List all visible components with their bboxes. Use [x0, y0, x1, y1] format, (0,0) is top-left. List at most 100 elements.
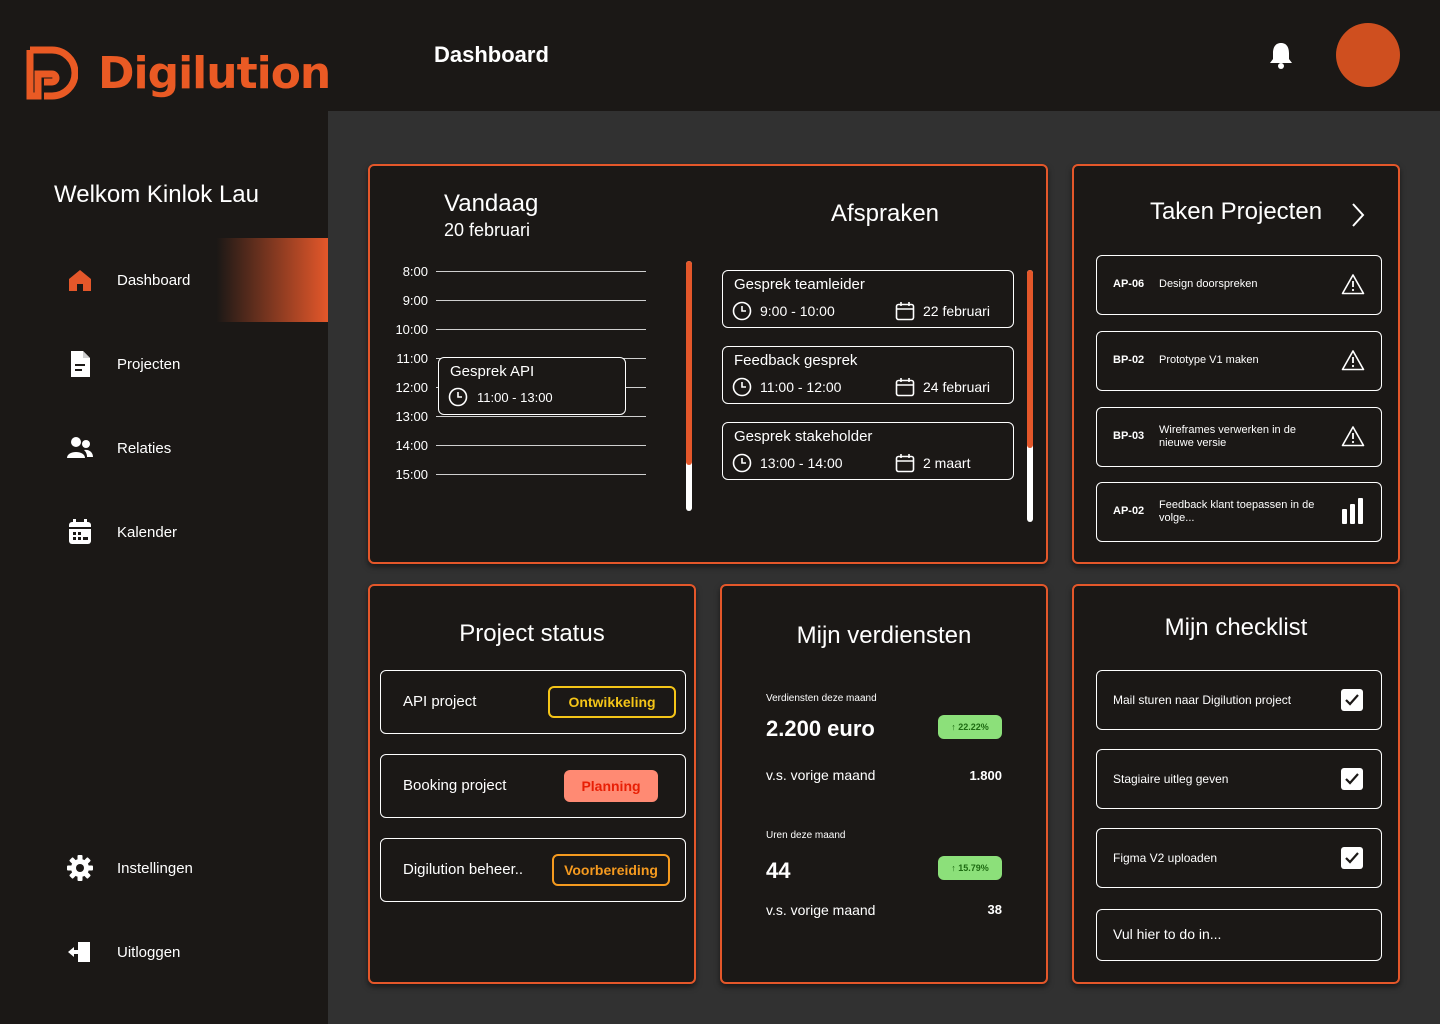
today-appointments-card: Vandaag 20 februari 8:00 9:00 10:00 11:0… [368, 164, 1048, 564]
calendar-icon [895, 454, 915, 473]
hours-prev-value: 38 [987, 902, 1002, 917]
project-name: API project [403, 693, 477, 710]
hour-label: 12:00 [395, 379, 428, 395]
task-item[interactable]: AP-06 Design doorspreken [1096, 255, 1382, 315]
sidebar-item-uitloggen[interactable]: Uitloggen [0, 910, 328, 994]
appointment-time-row: 11:00 - 12:00 [732, 377, 841, 397]
logout-icon [66, 938, 94, 966]
task-code: AP-06 [1113, 278, 1145, 290]
calendar-icon [895, 378, 915, 397]
status-badge: Ontwikkeling [548, 686, 676, 718]
event-time-row: 11:00 - 13:00 [448, 387, 553, 407]
appointment-date-row: 2 maart [895, 453, 970, 473]
appointment-title: Gesprek stakeholder [734, 428, 873, 445]
appointment-date-row: 22 februari [895, 301, 990, 321]
today-scrollbar[interactable] [686, 261, 692, 511]
page-title: Dashboard [434, 42, 549, 67]
earnings-title: Mijn verdiensten [796, 622, 972, 649]
project-item[interactable]: API project Ontwikkeling [380, 670, 686, 734]
hour-label: 10:00 [395, 321, 428, 337]
appointment-item[interactable]: Feedback gesprek 11:00 - 12:00 24 februa… [722, 346, 1014, 404]
today-title: Vandaag [444, 190, 539, 217]
sidebar-item-label: Kalender [117, 523, 178, 541]
home-icon [66, 266, 94, 294]
hour-label: 15:00 [395, 466, 428, 482]
task-description: Feedback klant toepassen in de volge... [1159, 499, 1315, 524]
appointment-item[interactable]: Gesprek teamleider 9:00 - 10:00 22 febru… [722, 270, 1014, 328]
task-item[interactable]: AP-02 Feedback klant toepassen in de vol… [1096, 482, 1382, 542]
hours-prev-label: v.s. vorige maand [766, 902, 876, 918]
appointment-item[interactable]: Gesprek stakeholder 13:00 - 14:00 2 maar… [722, 422, 1014, 480]
checklist-item-text: Figma V2 uploaden [1113, 851, 1218, 865]
checklist-item[interactable]: Mail sturen naar Digilution project [1096, 670, 1382, 730]
hour-row: 8:00 [384, 261, 646, 281]
appointment-date: 22 februari [923, 303, 990, 319]
task-item[interactable]: BP-03 Wireframes verwerken in de nieuwe … [1096, 407, 1382, 467]
sidebar: Digilution Welkom Kinlok Lau Dashboard P… [0, 0, 331, 1024]
appointment-time-row: 13:00 - 14:00 [732, 453, 843, 473]
welcome-text: Welkom Kinlok Lau [54, 181, 259, 208]
task-item[interactable]: BP-02 Prototype V1 maken [1096, 331, 1382, 391]
hours-month-value: 44 [766, 858, 791, 883]
status-badge: Voorbereiding [552, 854, 670, 886]
checklist-title: Mijn checklist [1164, 614, 1308, 641]
checklist-card: Mijn checklist Mail sturen naar Digiluti… [1072, 584, 1400, 984]
appointments-scrollbar[interactable] [1027, 270, 1033, 522]
clock-icon [732, 453, 752, 473]
hour-label: 13:00 [395, 408, 428, 424]
appointment-time: 11:00 - 12:00 [760, 379, 842, 395]
today-date: 20 februari [444, 220, 531, 240]
checklist-item[interactable]: Stagiaire uitleg geven [1096, 749, 1382, 809]
clock-icon [732, 301, 752, 321]
gear-icon [66, 854, 94, 882]
task-code: AP-02 [1113, 505, 1145, 517]
hour-row: 14:00 [384, 435, 646, 455]
hour-label: 11:00 [396, 350, 428, 366]
appointment-date: 24 februari [923, 379, 990, 395]
earnings-card: Mijn verdiensten Verdiensten deze maand … [720, 584, 1048, 984]
checkbox-checked[interactable] [1341, 689, 1363, 711]
warning-icon [1341, 349, 1365, 376]
appointment-date-row: 24 februari [895, 377, 990, 397]
project-status-title: Project status [459, 620, 605, 647]
hours-month-label: Uren deze maand [766, 830, 846, 841]
chevron-right-icon[interactable] [1350, 202, 1366, 233]
earnings-month-value: 2.200 euro [766, 716, 875, 741]
todo-input-placeholder: Vul hier to do in... [1113, 926, 1222, 942]
calendar-event[interactable]: Gesprek API 11:00 - 13:00 [438, 357, 626, 415]
checkbox-checked[interactable] [1341, 768, 1363, 790]
warning-icon [1341, 425, 1365, 452]
digilution-logo-icon [26, 46, 78, 100]
earnings-prev-value: 1.800 [969, 768, 1002, 783]
tasks-card: Taken Projecten AP-06 Design doorspreken… [1072, 164, 1400, 564]
avatar[interactable] [1336, 23, 1400, 87]
sidebar-item-dashboard[interactable]: Dashboard [0, 238, 328, 322]
sidebar-item-instellingen[interactable]: Instellingen [0, 826, 328, 910]
top-bar: Dashboard [328, 0, 1440, 111]
sidebar-item-kalender[interactable]: Kalender [0, 490, 328, 574]
event-title: Gesprek API [450, 363, 535, 380]
clock-icon [732, 377, 752, 397]
hour-label: 9:00 [402, 292, 428, 308]
checkbox-checked[interactable] [1341, 847, 1363, 869]
project-name: Booking project [403, 777, 507, 794]
sidebar-item-label: Uitloggen [117, 943, 181, 961]
project-status-card: Project status API project Ontwikkeling … [368, 584, 696, 984]
checklist-item-text: Stagiaire uitleg geven [1113, 772, 1229, 786]
earnings-month-label: Verdiensten deze maand [766, 693, 877, 704]
bell-icon[interactable] [1268, 40, 1294, 75]
sidebar-item-relaties[interactable]: Relaties [0, 406, 328, 490]
sidebar-item-label: Projecten [117, 355, 181, 373]
sidebar-item-projecten[interactable]: Projecten [0, 322, 328, 406]
sidebar-item-label: Dashboard [117, 271, 191, 289]
checklist-item[interactable]: Figma V2 uploaden [1096, 828, 1382, 888]
main-content: Vandaag 20 februari 8:00 9:00 10:00 11:0… [328, 111, 1440, 1024]
logo[interactable]: Digilution [26, 46, 331, 100]
project-item[interactable]: Booking project Planning [380, 754, 686, 818]
project-item[interactable]: Digilution beheer.. Voorbereiding [380, 838, 686, 902]
hour-row: 15:00 [384, 464, 646, 484]
sidebar-item-label: Relaties [117, 439, 172, 457]
todo-input[interactable]: Vul hier to do in... [1096, 909, 1382, 961]
event-time: 11:00 - 13:00 [477, 389, 553, 405]
warning-icon [1341, 273, 1365, 300]
